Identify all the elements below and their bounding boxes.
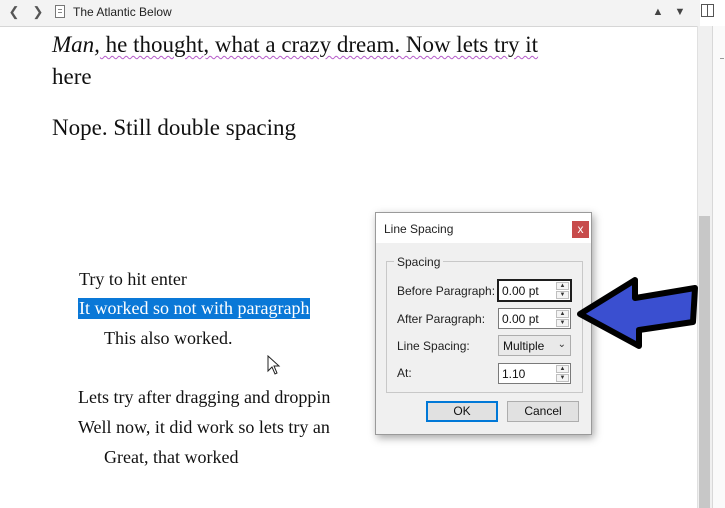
back-arrow-icon[interactable]: ❮: [6, 4, 22, 20]
before-paragraph-stepper[interactable]: 0.00 pt ▲ ▼: [497, 279, 572, 302]
close-button[interactable]: x: [572, 221, 589, 238]
text-line-2: here: [52, 64, 92, 89]
text-line-6: This also worked.: [104, 328, 233, 348]
at-stepper[interactable]: 1.10 ▲ ▼: [498, 363, 571, 384]
at-label: At:: [397, 366, 412, 380]
text-line-4: Try to hit enter: [79, 269, 187, 289]
text-line-3: Nope. Still double spacing: [52, 115, 297, 140]
document-title: The Atlantic Below: [73, 5, 172, 19]
line-spacing-dialog: Line Spacing x Spacing Before Paragraph:…: [375, 212, 592, 435]
dialog-title: Line Spacing: [384, 222, 454, 236]
editor-area[interactable]: Man, he thought, what a crazy dream. Now…: [0, 26, 697, 508]
line-spacing-select[interactable]: Multiple ⌄: [498, 335, 571, 356]
decrement-icon[interactable]: ▼: [556, 319, 569, 327]
ok-button[interactable]: OK: [426, 401, 498, 422]
document-icon: [55, 5, 65, 18]
spacing-group-label: Spacing: [394, 255, 444, 269]
after-paragraph-label: After Paragraph:: [397, 312, 486, 326]
split-view-icon[interactable]: [701, 4, 714, 17]
side-panel: [712, 26, 725, 508]
text-line-7: Lets try after dragging and droppin: [78, 387, 331, 407]
selected-text: It worked so not with paragraph: [78, 298, 311, 319]
text-line-8: Well now, it did work so lets try an: [78, 417, 330, 437]
at-value[interactable]: 1.10: [502, 367, 525, 381]
line-spacing-label: Line Spacing:: [397, 339, 470, 353]
cancel-button[interactable]: Cancel: [507, 401, 579, 422]
increment-icon[interactable]: ▲: [556, 310, 569, 318]
after-paragraph-stepper[interactable]: 0.00 pt ▲ ▼: [498, 308, 571, 329]
before-paragraph-value[interactable]: 0.00 pt: [502, 284, 539, 298]
mouse-cursor-icon: [267, 355, 281, 375]
stepper-buttons: ▲ ▼: [556, 310, 569, 327]
stepper-buttons: ▲ ▼: [556, 365, 569, 382]
text-line-9: Great, that worked: [104, 447, 239, 467]
after-paragraph-value[interactable]: 0.00 pt: [502, 312, 539, 326]
dialog-titlebar[interactable]: Line Spacing x: [376, 213, 591, 243]
chevron-down-icon[interactable]: ▼: [672, 4, 688, 20]
decrement-icon[interactable]: ▼: [556, 291, 569, 299]
text-span: he thought, what a crazy dream. Now lets…: [99, 32, 539, 57]
increment-icon[interactable]: ▲: [556, 365, 569, 373]
forward-arrow-icon[interactable]: ❯: [30, 4, 46, 20]
stepper-buttons: ▲ ▼: [556, 282, 569, 299]
increment-icon[interactable]: ▲: [556, 282, 569, 290]
chevron-down-icon: ⌄: [557, 339, 566, 350]
editor-header-bar: ❮ ❯ The Atlantic Below ▲ ▼: [0, 0, 700, 27]
annotation-arrow-icon: [577, 277, 698, 349]
scrollbar-thumb[interactable]: [699, 216, 710, 508]
decrement-icon[interactable]: ▼: [556, 374, 569, 382]
side-panel-marker: [720, 58, 724, 59]
line-spacing-value: Multiple: [503, 339, 545, 353]
italic-word: Man,: [52, 32, 100, 57]
chevron-up-icon[interactable]: ▲: [650, 4, 666, 20]
before-paragraph-label: Before Paragraph:: [397, 284, 496, 298]
text-line-1: Man, he thought, what a crazy dream. Now…: [52, 32, 538, 58]
